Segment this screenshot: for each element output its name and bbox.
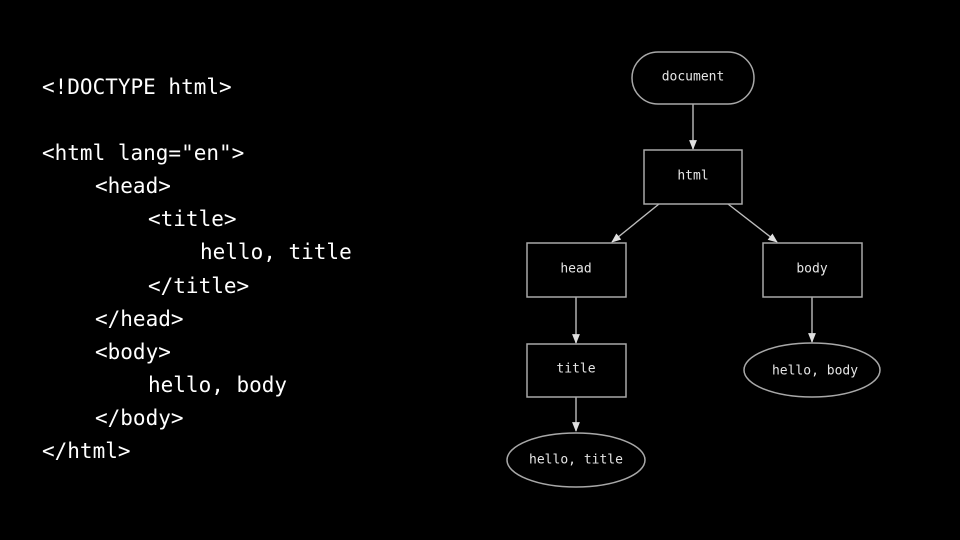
node-body-text-label: hello, body	[772, 364, 858, 379]
node-body-label: body	[796, 262, 827, 277]
node-title: title	[526, 343, 627, 398]
node-head-label: head	[560, 262, 591, 277]
edge-html-head	[611, 203, 660, 243]
node-title-label: title	[556, 362, 595, 377]
node-title-text-label: hello, title	[529, 453, 623, 468]
node-title-text: hello, title	[506, 432, 646, 488]
node-document-label: document	[662, 70, 725, 85]
node-html-label: html	[677, 169, 708, 184]
node-body-text: hello, body	[743, 342, 881, 398]
node-html: html	[643, 149, 743, 205]
node-document: document	[631, 51, 755, 105]
node-head: head	[526, 242, 627, 298]
node-body: body	[762, 242, 863, 298]
edge-html-body	[727, 203, 778, 243]
dom-tree-diagram: document html head body title hello, bod…	[506, 51, 881, 488]
